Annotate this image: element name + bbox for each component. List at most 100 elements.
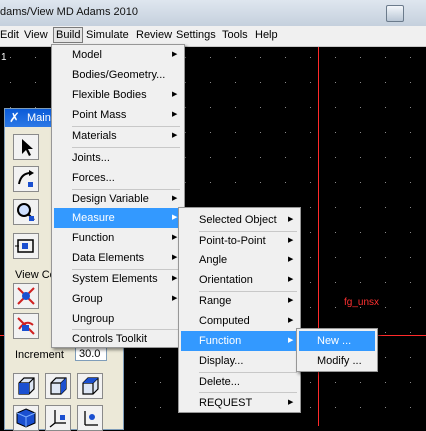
view-axes-button[interactable] (13, 283, 39, 309)
menu-help[interactable]: Help (255, 29, 278, 41)
menu-tools[interactable]: Tools (222, 29, 248, 41)
grid-dot (335, 157, 336, 158)
view-rotate-button[interactable] (13, 313, 39, 339)
submenu-arrow-icon: ▶ (172, 234, 178, 241)
grid-dot (410, 157, 411, 158)
grid-dot (210, 182, 211, 183)
grid-dot (210, 57, 211, 58)
grid-dot (410, 57, 411, 58)
function-item-new[interactable]: New ... (299, 331, 375, 351)
grid-dot (335, 82, 336, 83)
build-item-bodies-geometry[interactable]: Bodies/Geometry... (54, 65, 182, 85)
build-item-joints[interactable]: Joints... (54, 148, 182, 168)
submenu-arrow-icon: ▶ (288, 337, 294, 344)
menu-build[interactable]: Build (53, 27, 84, 43)
grid-dot (210, 82, 211, 83)
rotate-icon (18, 170, 34, 187)
menu-review[interactable]: Review (136, 29, 172, 41)
grid-dot (310, 57, 311, 58)
grid-dot (310, 82, 311, 83)
iso-view-button[interactable] (13, 405, 39, 431)
grid-dot (385, 407, 386, 408)
submenu-arrow-icon: ▶ (172, 51, 178, 58)
top-view-button[interactable] (77, 373, 103, 399)
grid-dot (310, 207, 311, 208)
build-item-design-variable[interactable]: Design Variable ▶ (54, 189, 182, 209)
submenu-arrow-icon: ▶ (172, 111, 178, 118)
viewport-corner-label: 1 (1, 52, 7, 63)
menu-view[interactable]: View (24, 29, 48, 41)
axis-view-button[interactable] (77, 405, 103, 431)
grid-dot (235, 82, 236, 83)
measure-item-computed[interactable]: Computed ▶ (181, 311, 298, 331)
grid-dot (335, 232, 336, 233)
side-view-button[interactable] (45, 373, 71, 399)
measure-item-point-to-point[interactable]: Point-to-Point ▶ (181, 231, 298, 251)
grid-dot (35, 82, 36, 83)
triad-view-button[interactable] (45, 405, 71, 431)
menu-settings[interactable]: Settings (176, 29, 216, 41)
grid-dot (235, 57, 236, 58)
build-item-materials[interactable]: Materials ▶ (54, 126, 182, 146)
grid-dot (310, 232, 311, 233)
measure-item-display[interactable]: Display... (181, 351, 298, 371)
submenu-arrow-icon: ▶ (172, 275, 178, 282)
grid-dot (260, 57, 261, 58)
grid-dot (410, 257, 411, 258)
grid-dot (185, 107, 186, 108)
measure-item-orientation[interactable]: Orientation ▶ (181, 270, 298, 290)
build-item-flexible-bodies[interactable]: Flexible Bodies ▶ (54, 85, 182, 105)
build-item-model[interactable]: Model ▶ (54, 45, 182, 65)
grid-dot (335, 57, 336, 58)
window-zoom-button[interactable] (13, 233, 39, 259)
grid-dot (360, 132, 361, 133)
grid-dot (360, 282, 361, 283)
zoom-tool-button[interactable] (13, 199, 39, 225)
grid-dot (185, 82, 186, 83)
grid-dot (160, 382, 161, 383)
build-item-controls-toolkit[interactable]: Controls Toolkit (54, 329, 182, 349)
menu-edit[interactable]: Edit (0, 29, 19, 41)
grid-dot (335, 307, 336, 308)
grid-dot (185, 157, 186, 158)
menu-simulate[interactable]: Simulate (86, 29, 129, 41)
build-item-measure[interactable]: Measure ▶ (54, 208, 182, 228)
measure-item-selected-object[interactable]: Selected Object ▶ (181, 210, 298, 230)
submenu-arrow-icon: ▶ (288, 256, 294, 263)
select-tool-button[interactable] (13, 134, 39, 160)
measure-item-request[interactable]: REQUEST ▶ (181, 393, 298, 413)
grid-dot (35, 57, 36, 58)
build-item-ungroup[interactable]: Ungroup (54, 309, 182, 329)
build-item-point-mass[interactable]: Point Mass ▶ (54, 105, 182, 125)
grid-dot (260, 182, 261, 183)
measure-item-angle[interactable]: Angle ▶ (181, 250, 298, 270)
window-control-icon[interactable] (386, 5, 404, 22)
build-item-data-elements[interactable]: Data Elements ▶ (54, 248, 182, 268)
grid-dot (160, 357, 161, 358)
grid-dot (285, 82, 286, 83)
build-item-system-elements[interactable]: System Elements ▶ (54, 269, 182, 289)
submenu-arrow-icon: ▶ (172, 254, 178, 261)
grid-dot (210, 107, 211, 108)
grid-dot (285, 107, 286, 108)
function-item-modify[interactable]: Modify ... (299, 351, 375, 371)
rotate-tool-button[interactable] (13, 166, 39, 192)
measure-item-range[interactable]: Range ▶ (181, 291, 298, 311)
build-item-forces[interactable]: Forces... (54, 168, 182, 188)
arrow-cursor-icon (22, 139, 33, 156)
measure-item-function[interactable]: Function ▶ (181, 331, 298, 351)
grid-dot (210, 132, 211, 133)
submenu-arrow-icon: ▶ (172, 195, 178, 202)
rotate-view-icon (17, 317, 35, 335)
build-menu: Model ▶ Bodies/Geometry... Flexible Bodie… (51, 44, 185, 348)
grid-dot (410, 107, 411, 108)
grid-dot (360, 157, 361, 158)
grid-dot (385, 332, 386, 333)
measure-submenu: Selected Object ▶ Point-to-Point ▶ Angle ▶ … (178, 207, 301, 413)
build-item-group[interactable]: Group ▶ (54, 289, 182, 309)
grid-dot (285, 132, 286, 133)
measure-item-delete[interactable]: Delete... (181, 372, 298, 392)
build-item-function[interactable]: Function ▶ (54, 228, 182, 248)
submenu-arrow-icon: ▶ (288, 216, 294, 223)
front-view-button[interactable] (13, 373, 39, 399)
